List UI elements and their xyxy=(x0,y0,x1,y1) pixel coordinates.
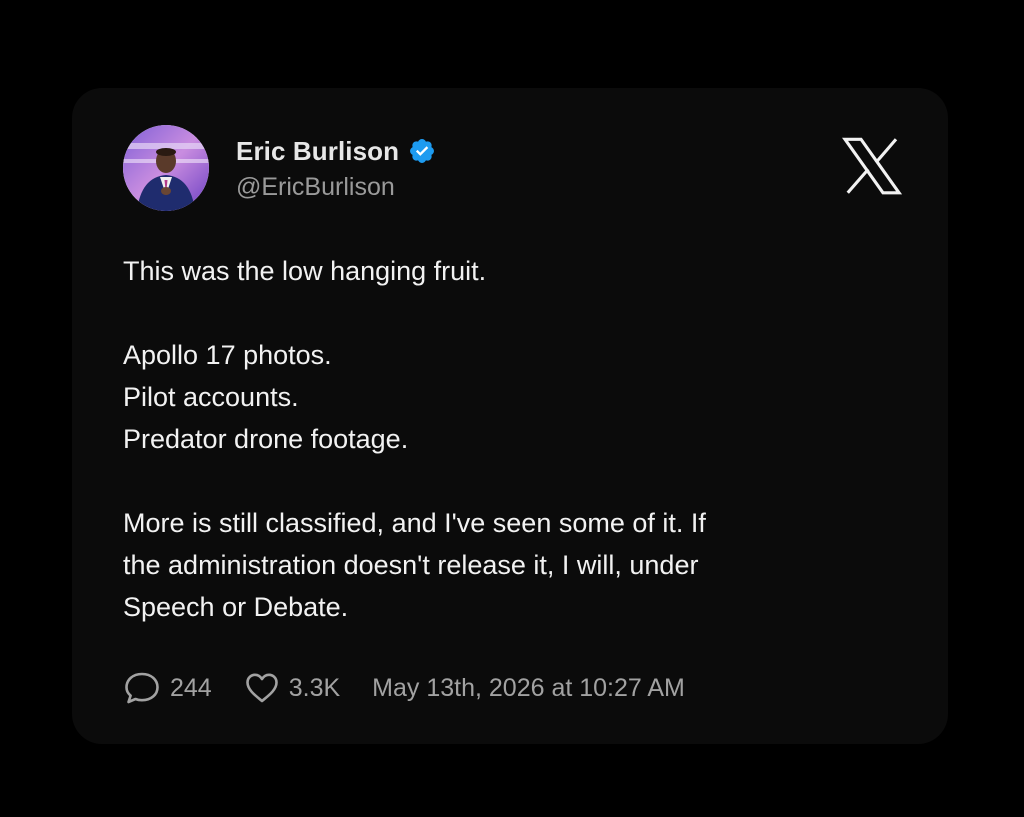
verified-badge-icon xyxy=(410,139,435,163)
post-line: Pilot accounts. xyxy=(123,382,299,412)
author-row: Eric Burlison xyxy=(236,136,436,166)
like-metric[interactable]: 3.3K xyxy=(244,671,340,705)
post-line: Speech or Debate. xyxy=(123,592,349,622)
post-body: This was the low hanging fruit. Apollo 1… xyxy=(123,250,903,628)
post-footer: 244 3.3K May 13th, 2026 at 10:27 AM xyxy=(123,670,685,706)
post-line: the administration doesn't release it, I… xyxy=(123,550,699,580)
x-logo-icon[interactable] xyxy=(842,137,902,195)
avatar[interactable] xyxy=(123,125,209,211)
screenshot-stage: Eric Burlison @EricBurlison This was the… xyxy=(0,0,1024,817)
post-timestamp[interactable]: May 13th, 2026 at 10:27 AM xyxy=(372,674,685,703)
post-line: Predator drone footage. xyxy=(123,424,409,454)
avatar-photo xyxy=(123,125,209,211)
speech-bubble-icon xyxy=(125,672,159,704)
like-count: 3.3K xyxy=(288,673,341,702)
author-name[interactable]: Eric Burlison xyxy=(236,136,399,167)
reply-metric[interactable]: 244 xyxy=(123,670,212,706)
post-line: Apollo 17 photos. xyxy=(123,340,332,370)
post-line: This was the low hanging fruit. xyxy=(123,256,487,286)
post-line: More is still classified, and I've seen … xyxy=(123,508,706,538)
reply-count: 244 xyxy=(170,673,212,702)
author-handle[interactable]: @EricBurlison xyxy=(236,173,395,202)
heart-icon xyxy=(245,673,278,703)
